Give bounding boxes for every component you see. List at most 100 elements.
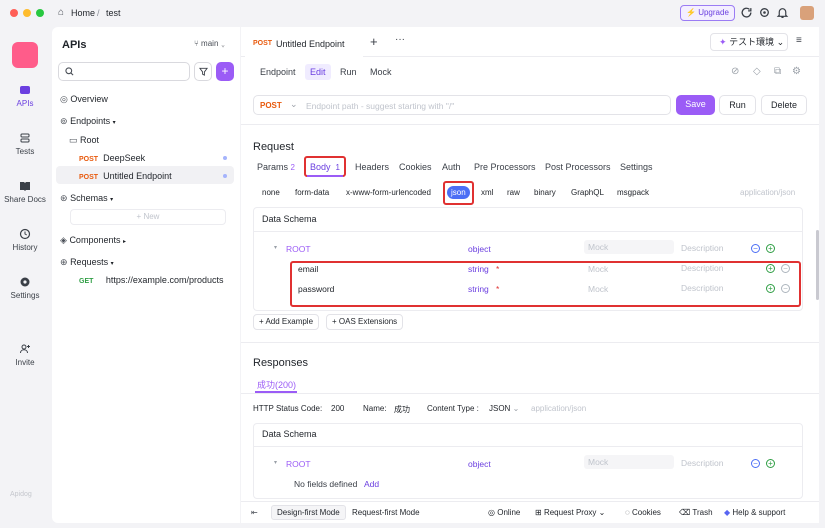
collapse-sidebar-icon[interactable]: ⇤: [251, 508, 258, 517]
rail-history[interactable]: History: [0, 228, 50, 252]
new-tab-icon[interactable]: +: [370, 34, 378, 49]
rail-share-docs[interactable]: Share Docs: [0, 180, 50, 204]
cookies-button[interactable]: ◌ Cookies: [625, 508, 661, 517]
bell-icon[interactable]: [776, 6, 789, 19]
menu-icon[interactable]: ≡: [796, 35, 802, 46]
refresh-icon[interactable]: [740, 6, 753, 19]
sidebar-item-deepseek[interactable]: POST DeepSeek: [79, 153, 145, 163]
format-none[interactable]: none: [262, 188, 280, 197]
tab-mock[interactable]: Mock: [370, 67, 392, 77]
format-graphql[interactable]: GraphQL: [571, 188, 604, 197]
app-logo[interactable]: [12, 42, 38, 68]
mock-input[interactable]: Mock: [584, 240, 674, 254]
root-field[interactable]: ROOT: [286, 459, 311, 469]
scrollbar[interactable]: [816, 230, 819, 300]
minimize-window-button[interactable]: [23, 9, 31, 17]
new-schema-button[interactable]: + New: [70, 209, 226, 225]
root-type[interactable]: object: [468, 459, 491, 469]
sidebar-item-components[interactable]: ◈ Components ▸: [60, 235, 126, 246]
sidebar-item-schemas[interactable]: ⊛ Schemas ▾: [60, 193, 113, 204]
add-field-icon[interactable]: +: [766, 459, 775, 468]
run-button[interactable]: Run: [719, 95, 756, 115]
sidebar-search-input[interactable]: [58, 62, 190, 81]
request-proxy-select[interactable]: ⊞ Request Proxy ⌄: [535, 508, 605, 517]
response-name-value[interactable]: 成功: [394, 404, 410, 415]
format-binary[interactable]: binary: [534, 188, 556, 197]
add-field-link[interactable]: Add: [364, 479, 379, 489]
avatar[interactable]: [800, 6, 814, 20]
maximize-window-button[interactable]: [36, 9, 44, 17]
tab-settings[interactable]: Settings: [620, 162, 653, 172]
save-button[interactable]: Save: [676, 95, 715, 115]
tab-bar: POST Untitled Endpoint + ··· ✦ テスト環境 ⌄ ≡: [241, 27, 819, 57]
filter-button[interactable]: [194, 62, 212, 81]
tab-cookies[interactable]: Cookies: [399, 162, 432, 172]
tab-run[interactable]: Run: [340, 67, 357, 77]
rail-settings[interactable]: Settings: [0, 276, 50, 300]
root-type[interactable]: object: [468, 244, 491, 254]
home-icon[interactable]: ⌂: [58, 7, 64, 18]
request-mode-button[interactable]: Request-first Mode: [352, 508, 420, 517]
copy-icon[interactable]: ⧉: [774, 66, 781, 77]
settings-icon[interactable]: ⚙: [792, 66, 801, 77]
online-status[interactable]: ◎ Online: [488, 508, 520, 517]
format-urlencoded[interactable]: x-www-form-urlencoded: [346, 188, 431, 197]
format-xml[interactable]: xml: [481, 188, 493, 197]
rail-tests[interactable]: Tests: [0, 132, 50, 156]
content-type-select[interactable]: JSON ⌄: [489, 404, 519, 413]
tab-pre-processors[interactable]: Pre Processors: [474, 162, 536, 172]
method-select[interactable]: POST: [260, 101, 282, 110]
collapse-icon[interactable]: −: [751, 244, 760, 253]
breadcrumb-home[interactable]: Home: [71, 8, 95, 18]
rail-invite[interactable]: Invite: [0, 343, 50, 367]
mock-input[interactable]: Mock: [584, 455, 674, 469]
sidebar-item-overview[interactable]: ◎ Overview: [60, 94, 108, 105]
add-field-icon[interactable]: +: [766, 244, 775, 253]
tab-auth[interactable]: Auth: [442, 162, 461, 172]
endpoint-url-bar[interactable]: POST ⌄ Endpoint path - suggest starting …: [253, 95, 671, 115]
gear-icon[interactable]: [758, 6, 771, 19]
sidebar-item-untitled-endpoint[interactable]: POST Untitled Endpoint: [79, 171, 172, 181]
sidebar-schemas-label: Schemas: [70, 193, 108, 203]
collapse-icon[interactable]: −: [751, 459, 760, 468]
description-input[interactable]: Description: [681, 243, 724, 253]
branch-selector[interactable]: ⑂ main ⌄: [194, 39, 225, 48]
tab-headers[interactable]: Headers: [355, 162, 389, 172]
tab-endpoint[interactable]: Endpoint: [260, 67, 296, 77]
add-example-button[interactable]: + Add Example: [253, 314, 320, 330]
upgrade-button[interactable]: ⚡ Upgrade: [680, 5, 735, 21]
add-button[interactable]: +: [216, 62, 234, 81]
tab-params[interactable]: Params 2: [257, 162, 295, 172]
design-mode-button[interactable]: Design-first Mode: [271, 505, 346, 520]
settings-icon: [20, 277, 30, 287]
sidebar-item-requests[interactable]: ⊕ Requests ▾: [60, 257, 114, 268]
share-icon[interactable]: ⊘: [731, 66, 739, 77]
delete-button[interactable]: Delete: [761, 95, 807, 115]
description-input[interactable]: Description: [681, 458, 724, 468]
format-msgpack[interactable]: msgpack: [617, 188, 649, 197]
sidebar-item-endpoints[interactable]: ⊚ Endpoints ▾: [60, 116, 116, 127]
help-support-button[interactable]: ◆ Help & support: [724, 508, 785, 517]
root-field[interactable]: ROOT: [286, 244, 311, 254]
rail-apis[interactable]: APIs: [0, 84, 50, 108]
format-raw[interactable]: raw: [507, 188, 520, 197]
sidebar-item-request[interactable]: GET https://example.com/products: [79, 275, 223, 285]
tab-edit[interactable]: Edit: [305, 64, 331, 80]
code-icon[interactable]: ◇: [753, 66, 761, 77]
environment-selector[interactable]: ✦ テスト環境 ⌄: [710, 33, 788, 51]
tab-response-200[interactable]: 成功(200): [257, 378, 296, 391]
status-code-value[interactable]: 200: [331, 404, 344, 413]
close-window-button[interactable]: [10, 9, 18, 17]
caret-down-icon[interactable]: ▾: [274, 244, 277, 251]
tab-untitled-endpoint[interactable]: POST Untitled Endpoint: [245, 31, 363, 57]
oas-extensions-button[interactable]: + OAS Extensions: [326, 314, 404, 330]
endpoint-path-input[interactable]: Endpoint path - suggest starting with "/…: [306, 101, 454, 111]
format-form-data[interactable]: form-data: [295, 188, 329, 197]
tab-count: 2: [290, 163, 295, 172]
sidebar-item-root[interactable]: ▭ Root: [69, 135, 99, 146]
trash-button[interactable]: ⌫ Trash: [679, 508, 713, 517]
more-icon[interactable]: ···: [395, 34, 405, 45]
caret-down-icon[interactable]: ▾: [274, 459, 277, 466]
tab-post-processors[interactable]: Post Processors: [545, 162, 611, 172]
breadcrumb-project[interactable]: test: [106, 8, 121, 18]
